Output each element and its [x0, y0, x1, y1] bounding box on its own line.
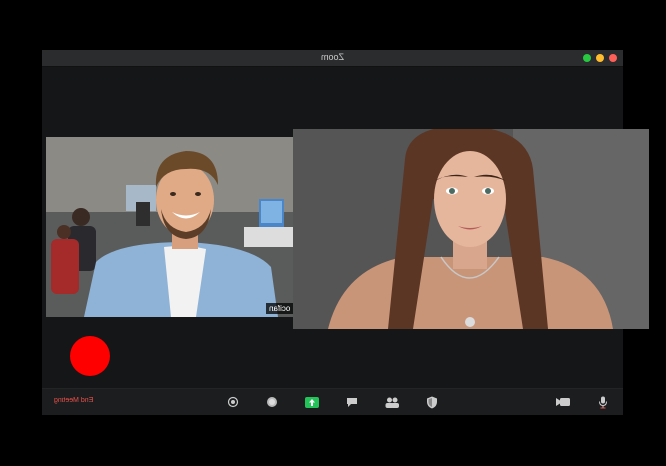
participant-name-1: ocifan [265, 303, 293, 314]
participant-2-image [293, 129, 649, 329]
participants-icon[interactable] [385, 395, 399, 409]
security-icon[interactable] [425, 395, 439, 409]
end-meeting-button[interactable]: End Meeting [54, 397, 93, 404]
mic-icon[interactable] [596, 395, 610, 409]
title-bar: Zoom [42, 50, 623, 67]
participant-video-2[interactable] [293, 129, 649, 329]
record-icon[interactable] [226, 395, 240, 409]
meeting-toolbar: End Meeting [42, 388, 623, 415]
reactions-icon[interactable] [265, 395, 279, 409]
participant-video-1[interactable]: ocifan [46, 137, 293, 317]
minimize-button[interactable] [583, 54, 591, 62]
window-title: Zoom [321, 52, 345, 62]
chat-icon[interactable] [345, 395, 359, 409]
zoom-button[interactable] [596, 54, 604, 62]
video-icon[interactable] [556, 395, 570, 409]
participant-1-image [46, 137, 293, 317]
record-indicator [70, 336, 110, 376]
close-button[interactable] [609, 54, 617, 62]
zoom-window: Zoom ocifan End Meeting [42, 50, 649, 415]
share-screen-icon[interactable] [305, 395, 319, 409]
traffic-lights [583, 54, 617, 62]
